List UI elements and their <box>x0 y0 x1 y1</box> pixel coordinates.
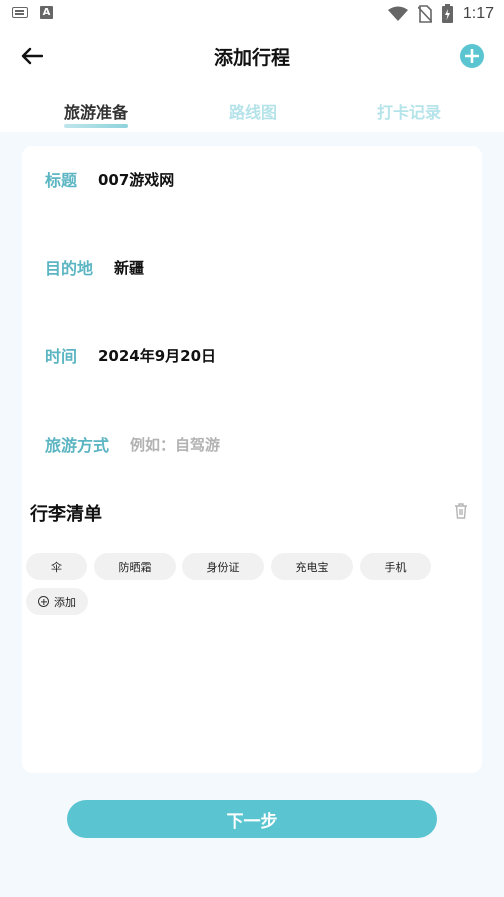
plus-icon <box>465 49 479 63</box>
chip-label: 手机 <box>384 560 407 574</box>
destination-label: 目的地 <box>45 259 94 278</box>
plus-circle-icon <box>38 596 49 607</box>
app-header: 添加行程 <box>0 28 504 88</box>
wifi-icon <box>387 6 408 21</box>
tab-label: 打卡记录 <box>377 103 442 122</box>
chip-label: 防晒霜 <box>118 560 152 574</box>
destination-row[interactable]: 目的地 新疆 <box>22 252 482 282</box>
luggage-chip-phone[interactable]: 手机 <box>360 553 431 580</box>
battery-charging-icon <box>441 4 453 23</box>
add-luggage-label: 添加 <box>54 595 76 609</box>
luggage-list-title: 行李清单 <box>30 504 102 525</box>
title-input[interactable]: 007游戏网 <box>98 169 174 190</box>
page-title: 添加行程 <box>213 47 290 69</box>
travel-mode-input[interactable]: 例如：自驾游 <box>130 434 220 455</box>
luggage-chip-sunscreen[interactable]: 防晒霜 <box>94 553 176 580</box>
trash-icon[interactable] <box>452 502 470 520</box>
luggage-chip-id-card[interactable]: 身份证 <box>182 553 264 580</box>
chip-label: 充电宝 <box>295 560 329 574</box>
luggage-chip-power-bank[interactable]: 充电宝 <box>271 553 353 580</box>
time-row[interactable]: 时间 2024年9月20日 <box>22 340 482 370</box>
keyboard-icon <box>12 7 28 18</box>
add-luggage-button[interactable]: 添加 <box>26 588 88 615</box>
chip-label: 身份证 <box>206 560 240 574</box>
title-row[interactable]: 标题 007游戏网 <box>22 164 482 194</box>
tab-label: 旅游准备 <box>64 103 129 122</box>
time-label: 时间 <box>45 347 78 366</box>
tab-active-indicator <box>64 124 129 128</box>
tab-travel-prep[interactable]: 旅游准备 <box>64 99 129 128</box>
add-trip-button[interactable] <box>460 44 484 68</box>
time-input[interactable]: 2024年9月20日 <box>98 345 216 366</box>
trip-form-card: 标题 007游戏网 目的地 新疆 时间 2024年9月20日 旅游方式 例如：自… <box>22 146 482 773</box>
clock-time: 1:17 <box>462 4 494 22</box>
tab-bar: 旅游准备 路线图 打卡记录 <box>0 88 504 132</box>
tab-route-map[interactable]: 路线图 <box>229 99 277 123</box>
travel-mode-label: 旅游方式 <box>45 436 110 455</box>
chip-label: 伞 <box>51 560 62 574</box>
title-label: 标题 <box>45 171 78 190</box>
no-sim-icon <box>417 4 432 23</box>
luggage-chip-umbrella[interactable]: 伞 <box>26 553 87 580</box>
next-step-button[interactable]: 下一步 <box>67 800 437 838</box>
tab-checkin-records[interactable]: 打卡记录 <box>377 99 441 123</box>
travel-mode-row[interactable]: 旅游方式 例如：自驾游 <box>22 429 482 459</box>
destination-input[interactable]: 新疆 <box>114 257 144 278</box>
a-badge-icon: A <box>40 6 53 19</box>
status-bar: A 1:17 <box>0 0 504 28</box>
tab-label: 路线图 <box>229 103 278 122</box>
